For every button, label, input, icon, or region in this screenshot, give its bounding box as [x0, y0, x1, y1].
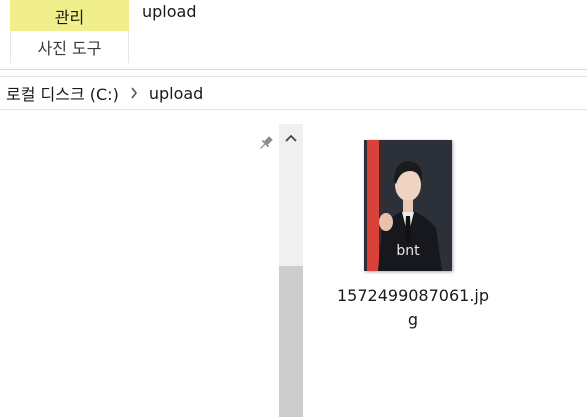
window-title: upload: [142, 2, 197, 21]
chevron-up-icon[interactable]: [279, 124, 303, 152]
breadcrumb-local-disk[interactable]: 로컬 디스크 (C:): [6, 81, 119, 105]
vertical-scrollbar[interactable]: [279, 124, 303, 417]
breadcrumb-upload[interactable]: upload: [149, 84, 204, 103]
navigation-pane: [0, 124, 303, 417]
file-explorer-window: 관리 사진 도구 upload 로컬 디스크 (C:) upload bnt 1…: [0, 0, 587, 417]
scrollbar-thumb[interactable]: [279, 266, 303, 417]
ribbon-divider: [0, 69, 587, 70]
tab-photo-tools[interactable]: 사진 도구: [10, 31, 129, 63]
chevron-right-icon[interactable]: [130, 87, 138, 99]
image-thumbnail[interactable]: bnt: [364, 140, 452, 271]
pin-icon[interactable]: [257, 134, 275, 152]
address-bar[interactable]: 로컬 디스크 (C:) upload: [0, 76, 587, 110]
ribbon: 관리 사진 도구 upload: [0, 0, 587, 70]
file-list-pane: bnt 1572499087061.jpg: [303, 124, 587, 417]
file-name[interactable]: 1572499087061.jpg: [333, 284, 493, 332]
tab-photo-tools-label: 사진 도구: [37, 39, 102, 58]
tab-manage[interactable]: 관리: [10, 0, 129, 31]
tab-manage-label: 관리: [54, 7, 85, 27]
thumbnail-watermark: bnt: [396, 243, 420, 259]
file-item[interactable]: bnt 1572499087061.jpg: [333, 140, 493, 340]
